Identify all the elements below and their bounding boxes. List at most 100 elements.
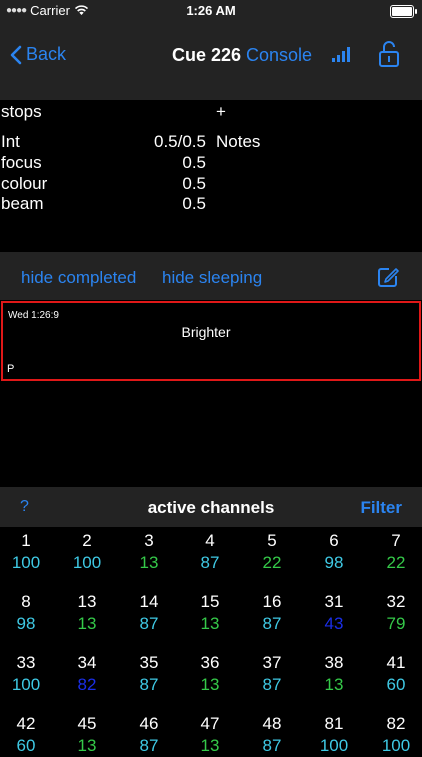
status-time: 1:26 AM (186, 3, 236, 18)
channel-level: 13 (139, 553, 159, 572)
note-marker: P (7, 363, 15, 375)
status-bar: ●●●● Carrier 1:26 AM (0, 0, 422, 22)
note-card[interactable]: Wed 1:26:9 Brighter P (1, 301, 421, 381)
param-row: colour 0.5 (0, 174, 422, 196)
params-header-row: stops + (0, 102, 422, 124)
channel-cell[interactable]: 81 100 (309, 713, 359, 757)
add-stop-button[interactable]: + (216, 102, 226, 122)
unlock-icon[interactable] (378, 41, 400, 67)
back-button[interactable]: Back (10, 44, 66, 65)
channel-number: 34 (77, 653, 97, 672)
console-button[interactable]: Console (246, 45, 312, 66)
channel-cell[interactable]: 42 60 (1, 713, 51, 757)
channel-cell[interactable]: 46 87 (124, 713, 174, 757)
channel-cell[interactable]: 48 87 (247, 713, 297, 757)
channel-number: 14 (139, 592, 159, 611)
channel-cell[interactable]: 8 98 (1, 591, 51, 635)
channel-level: 82 (77, 675, 97, 694)
channel-number: 31 (324, 592, 344, 611)
channel-cell[interactable]: 14 87 (124, 591, 174, 635)
stops-label: stops (1, 102, 42, 121)
channel-number: 47 (200, 714, 220, 733)
channel-cell[interactable]: 7 22 (371, 530, 421, 574)
channel-level: 13 (77, 614, 97, 633)
channel-cell[interactable]: 3 13 (124, 530, 174, 574)
channel-level: 22 (262, 553, 282, 572)
channel-cell[interactable]: 45 13 (62, 713, 112, 757)
channel-number: 42 (16, 714, 36, 733)
channel-cell[interactable]: 37 87 (247, 652, 297, 696)
channel-level: 13 (77, 736, 97, 755)
channel-cell[interactable]: 31 43 (309, 591, 359, 635)
channel-cell[interactable]: 16 87 (247, 591, 297, 635)
channel-level: 22 (386, 553, 406, 572)
channel-number: 1 (21, 531, 31, 550)
channel-cell[interactable]: 1 100 (1, 530, 51, 574)
channel-cell[interactable]: 33 100 (1, 652, 51, 696)
channel-number: 36 (200, 653, 220, 672)
notes-toolbar: hide completed hide sleeping (0, 252, 422, 300)
channel-level: 13 (324, 675, 344, 694)
channel-level: 87 (262, 614, 282, 633)
channel-cell[interactable]: 35 87 (124, 652, 174, 696)
channel-level: 87 (139, 736, 159, 755)
channel-cell[interactable]: 15 13 (185, 591, 235, 635)
channel-cell[interactable]: 36 13 (185, 652, 235, 696)
channel-number: 15 (200, 592, 220, 611)
channel-cell[interactable]: 2 100 (62, 530, 112, 574)
notes-label: Notes (216, 132, 261, 151)
param-label: beam (1, 194, 44, 213)
channel-number: 6 (329, 531, 339, 550)
channel-cell[interactable]: 6 98 (309, 530, 359, 574)
channel-number: 8 (21, 592, 31, 611)
channel-level: 60 (16, 736, 36, 755)
channel-number: 35 (139, 653, 159, 672)
channel-level: 87 (200, 553, 220, 572)
hide-sleeping-button[interactable]: hide sleeping (162, 268, 262, 288)
compose-icon[interactable] (377, 266, 399, 288)
channel-level: 43 (324, 614, 344, 633)
channel-number: 13 (77, 592, 97, 611)
channel-level: 100 (381, 736, 411, 755)
channel-level: 87 (262, 736, 282, 755)
channel-level: 87 (139, 614, 159, 633)
channel-cell[interactable]: 38 13 (309, 652, 359, 696)
channel-number: 48 (262, 714, 282, 733)
channel-cell[interactable]: 47 13 (185, 713, 235, 757)
channel-cell[interactable]: 4 87 (185, 530, 235, 574)
active-channels-title: active channels (147, 498, 275, 517)
hide-completed-button[interactable]: hide completed (21, 268, 136, 288)
channel-cell[interactable]: 41 60 (371, 652, 421, 696)
channel-level: 100 (319, 736, 349, 755)
param-label: focus (1, 153, 42, 172)
param-row: Int 0.5/0.5 Notes (0, 132, 422, 154)
channel-level: 60 (386, 675, 406, 694)
active-channels-header: ? active channels Filter (0, 487, 422, 527)
channel-level: 87 (262, 675, 282, 694)
filter-button[interactable]: Filter (360, 498, 402, 518)
channel-number: 32 (386, 592, 406, 611)
param-label: colour (1, 174, 48, 193)
param-value: 0.5 (182, 153, 206, 172)
page-title: Cue 226 (172, 45, 242, 65)
channel-level: 98 (324, 553, 344, 572)
channel-level: 100 (72, 553, 102, 572)
channel-number: 4 (205, 531, 215, 550)
channel-number: 82 (386, 714, 406, 733)
channel-cell[interactable]: 34 82 (62, 652, 112, 696)
channel-number: 16 (262, 592, 282, 611)
channel-level: 13 (200, 614, 220, 633)
param-label: Int (1, 132, 20, 151)
channel-number: 2 (82, 531, 92, 550)
channel-cell[interactable]: 32 79 (371, 591, 421, 635)
channel-cell[interactable]: 5 22 (247, 530, 297, 574)
channel-number: 5 (267, 531, 277, 550)
cue-parameters: stops + Int 0.5/0.5 Notes focus 0.5 colo… (0, 100, 422, 252)
channel-cell[interactable]: 82 100 (371, 713, 421, 757)
param-value: 0.5 (182, 174, 206, 193)
channel-level: 98 (16, 614, 36, 633)
channel-level: 100 (11, 675, 41, 694)
signal-bars-icon[interactable] (332, 47, 350, 63)
channel-cell[interactable]: 13 13 (62, 591, 112, 635)
channel-level: 79 (386, 614, 406, 633)
